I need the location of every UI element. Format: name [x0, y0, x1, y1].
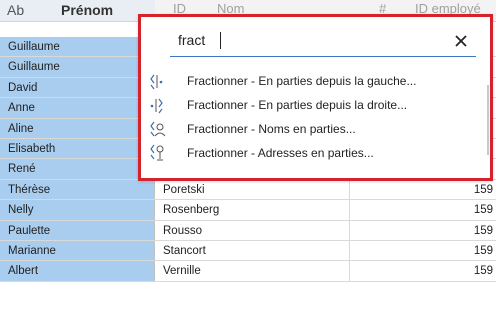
transform-search-popup: fract Fractionner - En parties depuis la… [138, 14, 493, 181]
cell-id[interactable]: 159 [350, 200, 496, 219]
cell-prenom[interactable]: Anne [0, 98, 155, 118]
cell-prenom[interactable]: Marianne [0, 241, 155, 261]
menu-item-split-left[interactable]: Fractionner - En parties depuis la gauch… [145, 69, 489, 93]
column-header-prenom[interactable]: Ab Prénom [0, 0, 155, 22]
cell-nom[interactable]: Stancort [155, 241, 350, 261]
cell-nom[interactable]: Rousso [155, 220, 350, 240]
table-row[interactable]: Marianne Stancort 159 [0, 241, 496, 262]
split-right-icon [150, 98, 163, 114]
split-left-icon [150, 74, 163, 90]
cell-prenom[interactable]: Albert [0, 261, 155, 281]
cell-prenom[interactable]: Nelly [0, 200, 155, 220]
cell-nom[interactable]: Rosenberg [155, 200, 350, 220]
cell-id[interactable]: 159 [350, 261, 496, 280]
cell-nom[interactable]: Poretski [155, 179, 350, 200]
menu-item-split-right[interactable]: Fractionner - En parties depuis la droit… [145, 93, 489, 117]
cell-nom[interactable]: Vernille [155, 261, 350, 281]
scrollbar[interactable] [487, 85, 489, 155]
cell-prenom[interactable]: David [0, 77, 155, 98]
close-icon[interactable] [452, 31, 470, 51]
cell-prenom[interactable]: Paulette [0, 220, 155, 240]
table-row[interactable]: Albert Vernille 159 [0, 261, 496, 282]
column-header-label: Prénom [61, 2, 114, 18]
cell-prenom[interactable]: Elisabeth [0, 139, 155, 159]
cell-prenom[interactable]: Guillaume [0, 57, 155, 77]
text-caret [220, 32, 221, 49]
cell-id[interactable]: 159 [350, 241, 496, 260]
table-row[interactable]: Thérèse Poretski 159 [0, 179, 496, 201]
cell-prenom[interactable]: René [0, 159, 155, 179]
cell-id[interactable]: 159 [350, 180, 496, 199]
split-address-icon [150, 144, 164, 161]
menu-item-label: Fractionner - Adresses en parties... [187, 146, 374, 160]
cell-prenom[interactable]: Aline [0, 118, 155, 138]
search-input[interactable]: fract [170, 29, 476, 57]
menu-item-label: Fractionner - Noms en parties... [187, 122, 356, 136]
table-row[interactable]: Nelly Rosenberg 159 [0, 200, 496, 221]
type-badge[interactable]: Ab [7, 2, 24, 18]
menu-item-split-names[interactable]: Fractionner - Noms en parties... [145, 117, 489, 141]
cell-prenom[interactable]: Thérèse [0, 179, 155, 200]
split-names-icon [150, 121, 166, 137]
table-row[interactable]: Paulette Rousso 159 [0, 220, 496, 241]
menu-item-label: Fractionner - En parties depuis la droit… [187, 98, 408, 112]
search-input-value[interactable]: fract [178, 32, 205, 48]
menu-item-split-address[interactable]: Fractionner - Adresses en parties... [145, 141, 489, 165]
menu-item-label: Fractionner - En parties depuis la gauch… [187, 74, 417, 88]
cell-prenom[interactable]: Guillaume [0, 37, 155, 57]
cell-id[interactable]: 159 [350, 221, 496, 240]
